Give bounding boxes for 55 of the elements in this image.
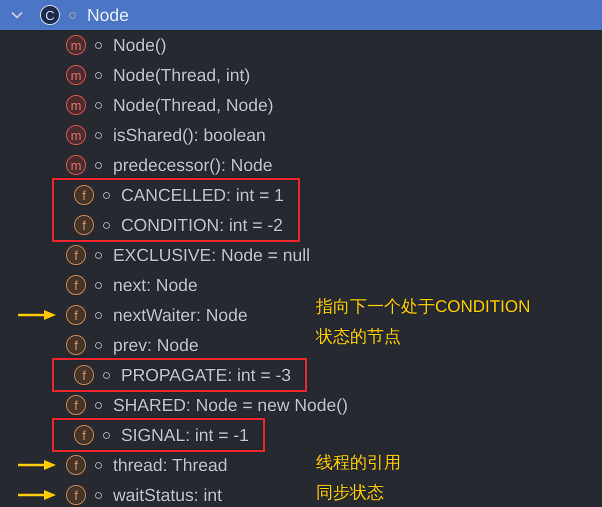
member-label[interactable]: CANCELLED: int = 1 [121,182,284,208]
member-label[interactable]: EXCLUSIVE: Node = null [113,242,310,268]
visibility-icon [69,12,76,18]
field-icon: f [74,365,94,385]
method-icon: m [66,125,86,145]
visibility-icon [95,72,102,78]
method-icon: m [66,95,86,115]
field-icon: f [66,305,86,325]
member-label[interactable]: PROPAGATE: int = -3 [121,362,292,388]
field-icon: f [66,455,86,475]
field-icon: f [66,245,86,265]
member-label[interactable]: Node(Thread, int) [113,62,250,88]
visibility-icon [103,222,110,228]
field-icon: f [74,215,94,235]
visibility-icon [95,162,102,168]
member-label[interactable]: SHARED: Node = new Node() [113,392,348,418]
field-icon: f [66,275,86,295]
visibility-icon [95,342,102,348]
member-label[interactable]: isShared(): boolean [113,122,266,148]
visibility-icon [95,132,102,138]
visibility-icon [103,432,110,438]
annotation-text: 线程的引用 [316,452,401,474]
member-label[interactable]: prev: Node [113,332,199,358]
member-label[interactable]: waitStatus: int [113,482,222,507]
member-label[interactable]: SIGNAL: int = -1 [121,422,249,448]
member-label[interactable]: Node() [113,32,166,58]
visibility-icon [95,42,102,48]
visibility-icon [95,252,102,258]
annotation-text: 指向下一个处于CONDITION 状态的节点 [316,296,530,348]
annotation-text: 同步状态 [316,482,384,504]
method-icon: m [66,65,86,85]
visibility-icon [95,102,102,108]
visibility-icon [95,282,102,288]
member-label[interactable]: next: Node [113,272,198,298]
field-icon: f [74,425,94,445]
visibility-icon [103,372,110,378]
member-label[interactable]: nextWaiter: Node [113,302,248,328]
class-name: Node [87,4,129,27]
visibility-icon [95,492,102,498]
tree-row[interactable]: C Node [0,0,602,30]
class-icon: C [40,5,60,25]
visibility-icon [103,192,110,198]
field-icon: f [66,395,86,415]
member-label[interactable]: Node(Thread, Node) [113,92,274,118]
visibility-icon [95,312,102,318]
field-icon: f [66,485,86,505]
visibility-icon [95,402,102,408]
member-label[interactable]: thread: Thread [113,452,228,478]
member-label[interactable]: predecessor(): Node [113,152,273,178]
field-icon: f [74,185,94,205]
field-icon: f [66,335,86,355]
method-icon: m [66,155,86,175]
method-icon: m [66,35,86,55]
member-label[interactable]: CONDITION: int = -2 [121,212,283,238]
visibility-icon [95,462,102,468]
